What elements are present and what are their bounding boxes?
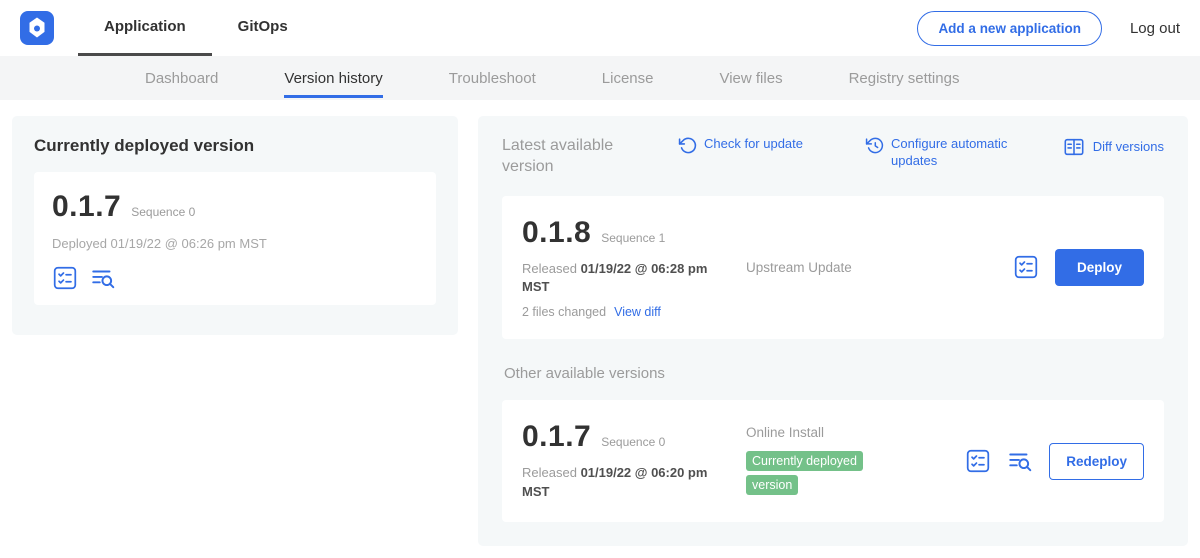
deployed-sequence-label: Sequence 0 <box>131 205 195 219</box>
tab-application[interactable]: Application <box>78 0 212 56</box>
add-application-button[interactable]: Add a new application <box>917 11 1102 46</box>
diff-versions-label: Diff versions <box>1093 139 1164 156</box>
install-source-label: Online Install <box>746 425 965 440</box>
tab-application-label: Application <box>104 18 186 35</box>
release-notes-icon[interactable] <box>965 448 991 474</box>
latest-version-source: Upstream Update <box>740 260 1013 275</box>
subnav-item-dashboard[interactable]: Dashboard <box>145 58 218 98</box>
deployed-panel-title: Currently deployed version <box>34 136 436 156</box>
latest-available-title: Latest available version <box>502 136 652 178</box>
diff-versions-link[interactable]: Diff versions <box>1063 136 1164 158</box>
other-version-source-block: Online Install Currently deployed versio… <box>740 425 965 497</box>
diff-icon[interactable] <box>1007 448 1033 474</box>
subnav-item-license[interactable]: License <box>602 58 654 98</box>
deployed-date-line: Deployed 01/19/22 @ 06:26 pm MST <box>52 236 418 251</box>
tab-gitops-label: GitOps <box>238 18 288 35</box>
logout-link[interactable]: Log out <box>1130 20 1180 37</box>
other-versions-title: Other available versions <box>504 365 1162 382</box>
refresh-icon <box>678 136 697 155</box>
other-version-card: 0.1.7 Sequence 0 Released 01/19/22 @ 06:… <box>502 400 1164 522</box>
deploy-button[interactable]: Deploy <box>1055 249 1144 286</box>
configure-automatic-updates-label: Configure automatic updates <box>891 136 1011 170</box>
other-version-actions: Redeploy <box>965 443 1144 480</box>
currently-deployed-badge-wrap: Currently deployed version <box>746 449 896 497</box>
currently-deployed-panel: Currently deployed version 0.1.7 Sequenc… <box>12 116 458 335</box>
deployed-version-card: 0.1.7 Sequence 0 Deployed 01/19/22 @ 06:… <box>34 172 436 305</box>
auto-update-clock-icon <box>865 136 884 155</box>
diff-versions-icon <box>1063 136 1085 158</box>
other-version-info: 0.1.7 Sequence 0 Released 01/19/22 @ 06:… <box>522 420 740 502</box>
currently-deployed-badge: Currently deployed version <box>746 451 863 495</box>
latest-version-card: 0.1.8 Sequence 1 Released 01/19/22 @ 06:… <box>502 196 1164 340</box>
deployed-card-actions <box>52 265 418 291</box>
check-for-update-label: Check for update <box>704 136 803 153</box>
released-label: Released <box>522 465 577 480</box>
subnav-item-view-files[interactable]: View files <box>719 58 782 98</box>
app-logo-svg <box>20 11 54 45</box>
available-versions-panel: Latest available version Check for updat… <box>478 116 1188 546</box>
other-released-line: Released 01/19/22 @ 06:20 pm MST <box>522 464 722 502</box>
other-sequence-label: Sequence 0 <box>601 435 665 449</box>
version-history-page: Currently deployed version 0.1.7 Sequenc… <box>0 100 1200 558</box>
redeploy-button[interactable]: Redeploy <box>1049 443 1144 480</box>
tab-gitops[interactable]: GitOps <box>212 0 314 56</box>
configure-automatic-updates-link[interactable]: Configure automatic updates <box>865 136 1011 170</box>
release-notes-icon[interactable] <box>52 265 78 291</box>
latest-version-number: 0.1.8 <box>522 216 591 250</box>
subnav-item-troubleshoot[interactable]: Troubleshoot <box>449 58 536 98</box>
deployed-version-row: 0.1.7 Sequence 0 <box>52 190 418 224</box>
latest-sequence-label: Sequence 1 <box>601 231 665 245</box>
app-logo-icon <box>20 11 54 45</box>
release-notes-icon[interactable] <box>1013 254 1039 280</box>
latest-files-row: 2 files changed View diff <box>522 305 740 319</box>
latest-released-line: Released 01/19/22 @ 06:28 pm MST <box>522 260 722 298</box>
app-subnav: Dashboard Version history Troubleshoot L… <box>0 56 1200 100</box>
top-navigation: Application GitOps <box>78 0 314 56</box>
diff-icon[interactable] <box>90 265 116 291</box>
check-for-update-link[interactable]: Check for update <box>678 136 803 155</box>
view-diff-link[interactable]: View diff <box>614 305 661 319</box>
released-label: Released <box>522 261 577 276</box>
other-version-number: 0.1.7 <box>522 420 591 454</box>
deployed-version-number: 0.1.7 <box>52 190 121 224</box>
subnav-item-registry-settings[interactable]: Registry settings <box>849 58 960 98</box>
available-versions-header: Latest available version Check for updat… <box>502 136 1164 178</box>
subnav-item-version-history[interactable]: Version history <box>284 58 382 98</box>
latest-version-actions: Deploy <box>1013 249 1144 286</box>
latest-version-info: 0.1.8 Sequence 1 Released 01/19/22 @ 06:… <box>522 216 740 320</box>
topbar: Application GitOps Add a new application… <box>0 0 1200 56</box>
topbar-right: Add a new application Log out <box>917 11 1180 46</box>
files-changed-label: 2 files changed <box>522 305 606 319</box>
